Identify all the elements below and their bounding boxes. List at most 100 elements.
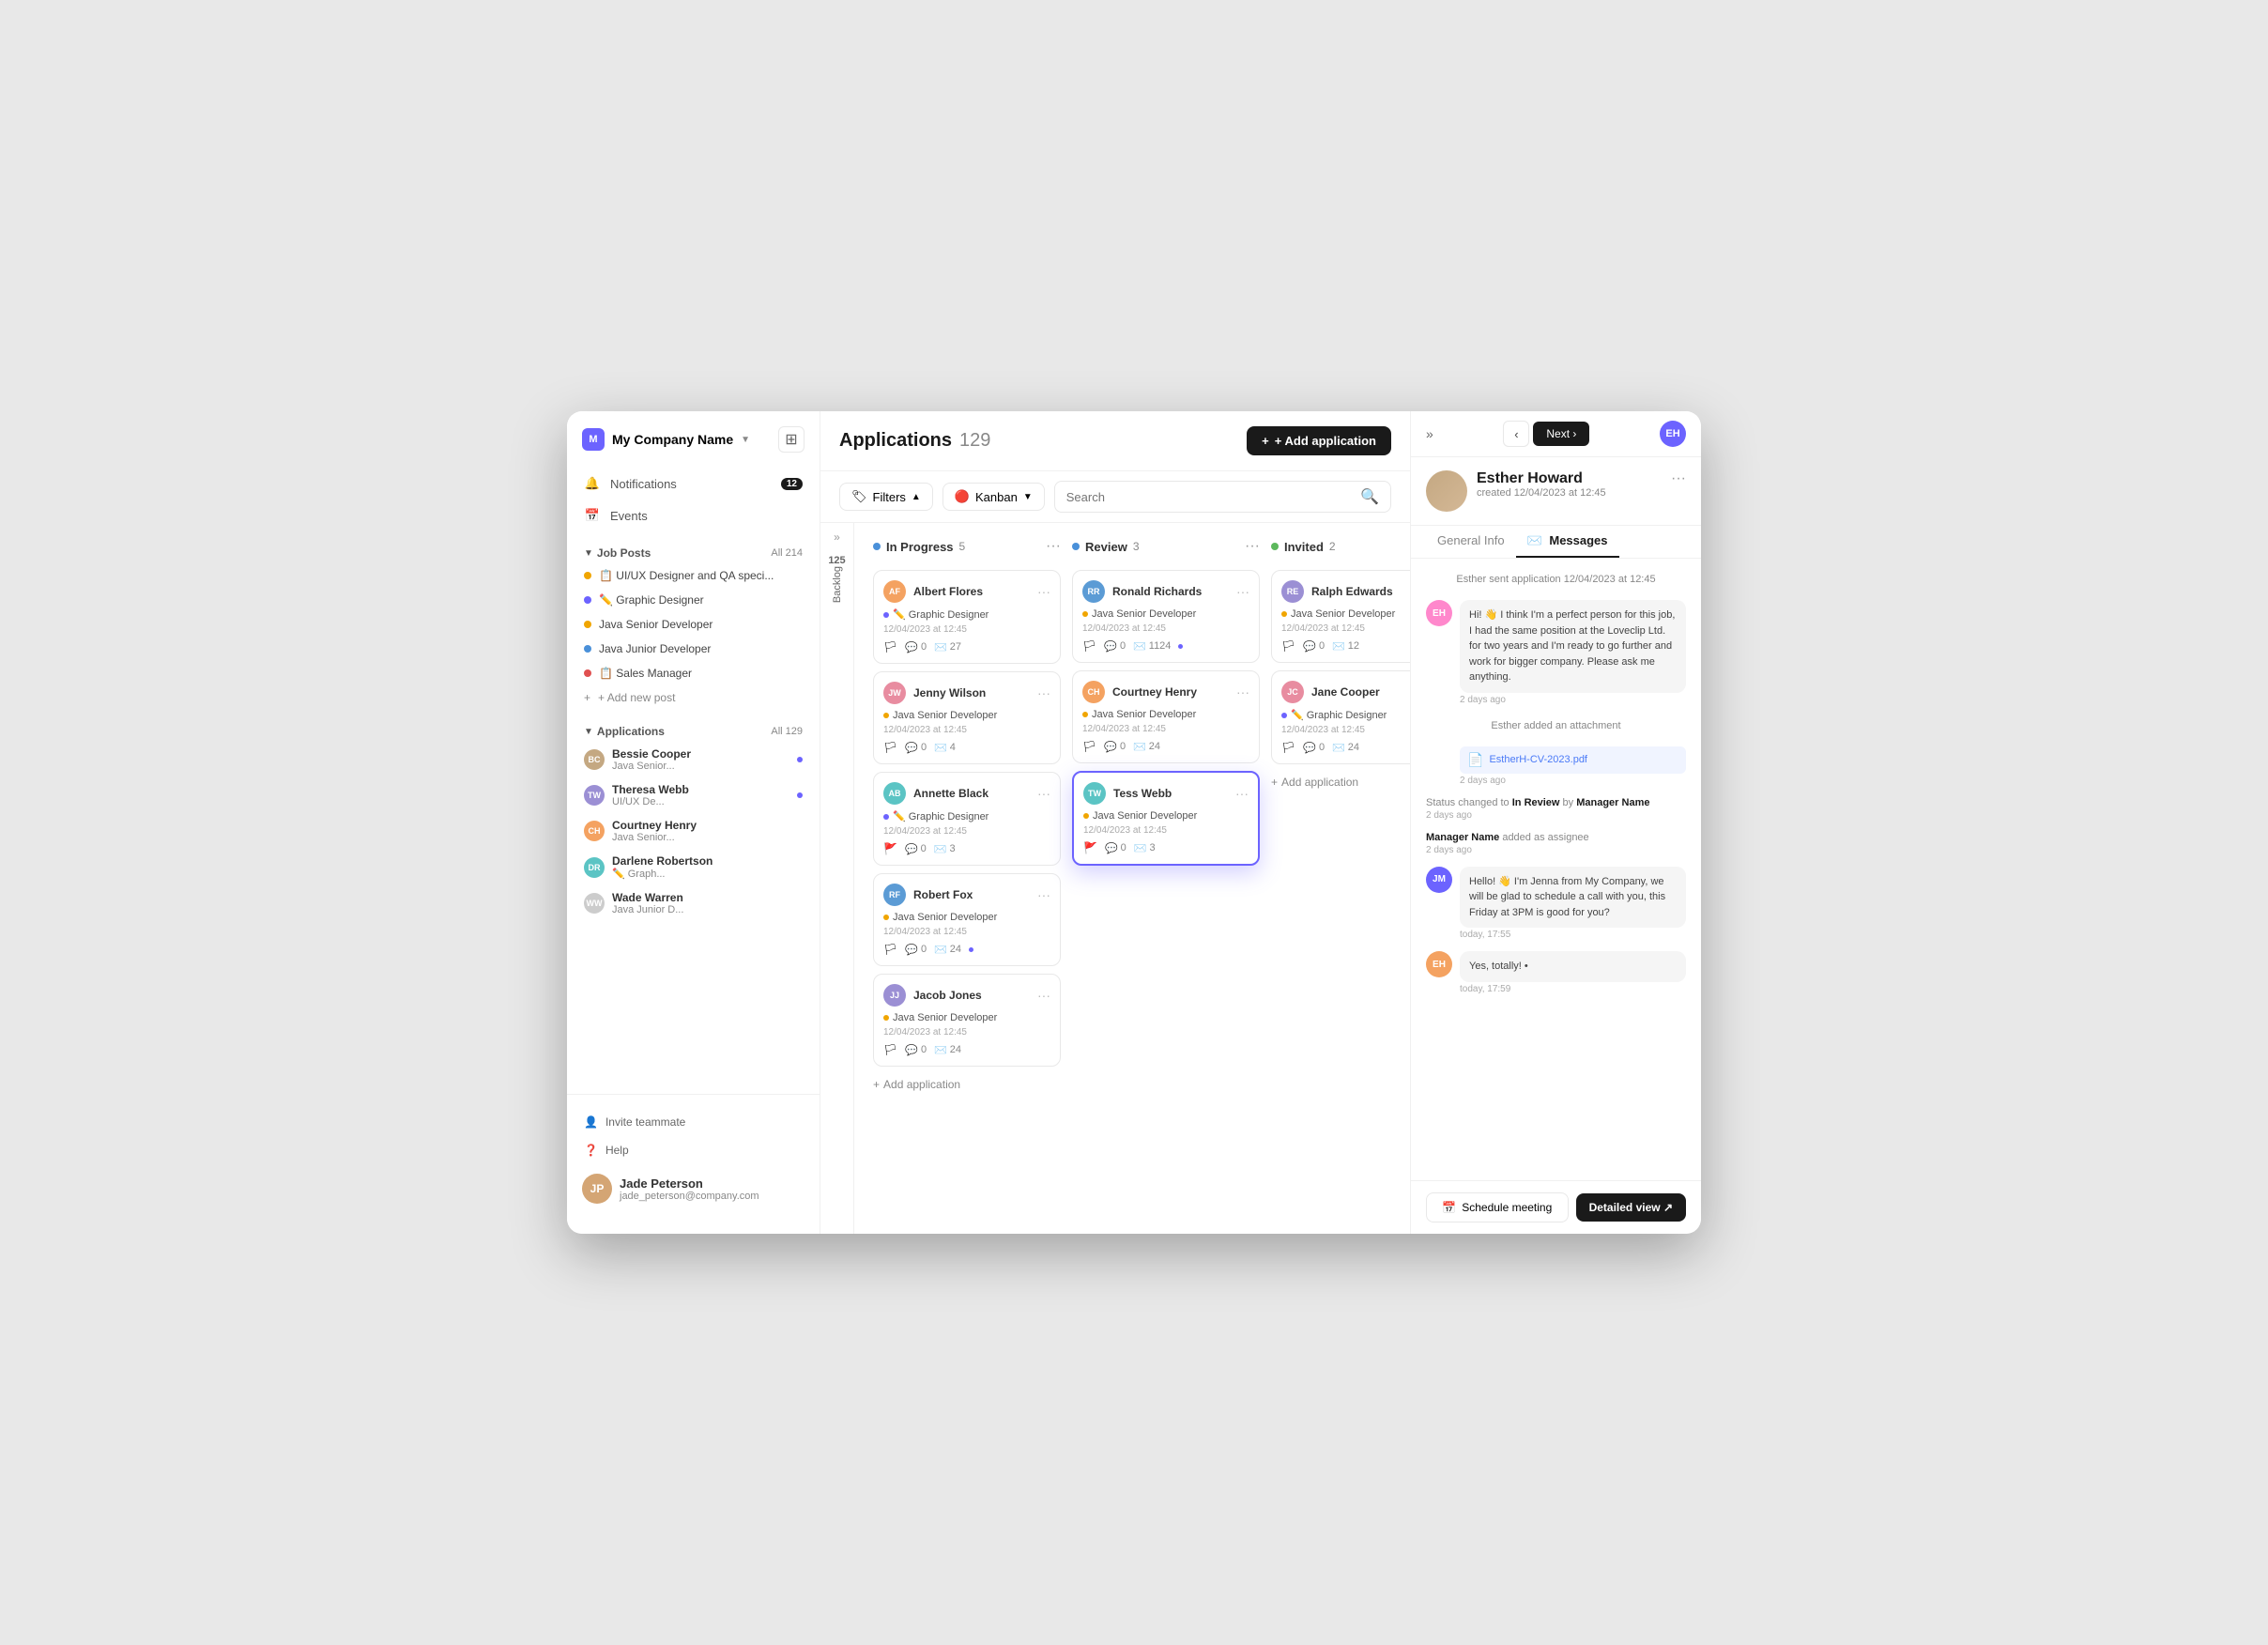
next-button[interactable]: Next › (1533, 422, 1589, 446)
prev-button[interactable]: ‹ (1503, 421, 1529, 447)
invite-label: Invite teammate (605, 1115, 685, 1129)
app-item-courtney[interactable]: CH Courtney Henry Java Senior... (575, 813, 812, 849)
board-columns: In Progress 5 ··· AF Albert Flores ··· (854, 523, 1410, 1234)
main-content: Applications 129 + + Add application 🏷 F… (820, 411, 1410, 1234)
company-name-label: My Company Name (612, 432, 733, 447)
add-application-invited[interactable]: + Add application (1271, 772, 1410, 792)
panel-collapse-icon[interactable]: » (1426, 426, 1433, 441)
card-comments: ✉️ 27 (934, 641, 961, 653)
user-avatar: JP (582, 1174, 612, 1204)
sidebar-toggle-icon[interactable]: ⊞ (778, 426, 805, 453)
card-courtney-henry[interactable]: CH Courtney Henry ··· Java Senior Develo… (1072, 670, 1260, 763)
search-box[interactable]: 🔍 (1054, 481, 1391, 513)
role-dot (1083, 813, 1089, 819)
job-posts-count: All 214 (771, 547, 803, 559)
sidebar-item-notifications[interactable]: 🔔 Notifications 12 (575, 468, 812, 500)
add-application-button[interactable]: + + Add application (1247, 426, 1391, 455)
job-item-graphic[interactable]: ✏️ Graphic Designer (575, 588, 812, 612)
assignee-time: 2 days ago (1426, 845, 1686, 855)
application-count: 129 (959, 430, 990, 452)
filters-button[interactable]: 🏷 Filters ▲ (839, 483, 933, 511)
card-avatar: TW (1083, 782, 1106, 805)
app-item-bessie[interactable]: BC Bessie Cooper Java Senior... (575, 742, 812, 777)
card-robert-fox[interactable]: RF Robert Fox ··· Java Senior Developer … (873, 873, 1061, 966)
job-item-uiux[interactable]: 📋 UI/UX Designer and QA speci... (575, 563, 812, 588)
app-item-name: Wade Warren (612, 891, 803, 904)
app-item-name: Theresa Webb (612, 783, 789, 796)
card-jenny-wilson[interactable]: JW Jenny Wilson ··· Java Senior Develope… (873, 671, 1061, 764)
card-likes: 💬 0 (905, 641, 927, 653)
kanban-board: » 125 Backlog In Progress 5 ··· (820, 523, 1410, 1234)
role-dot (883, 814, 889, 820)
notifications-badge: 12 (781, 478, 803, 490)
card-more-icon[interactable]: ··· (1037, 685, 1050, 700)
invite-icon: 👤 (584, 1115, 598, 1129)
attachment-link[interactable]: 📄 EstherH-CV-2023.pdf (1460, 746, 1686, 774)
column-title: In Progress (886, 540, 954, 554)
search-input[interactable] (1066, 490, 1353, 504)
card-jane-cooper[interactable]: JC Jane Cooper ··· ✏️ Graphic Designer 1… (1271, 670, 1410, 764)
message-text: Hi! 👋 I think I'm a perfect person for t… (1460, 600, 1686, 693)
card-more-icon[interactable]: ··· (1037, 786, 1050, 801)
job-posts-list: 📋 UI/UX Designer and QA speci... ✏️ Grap… (567, 563, 820, 685)
card-ronald-richards[interactable]: RR Ronald Richards ··· Java Senior Devel… (1072, 570, 1260, 663)
detailed-view-button[interactable]: Detailed view ↗ (1576, 1193, 1686, 1222)
card-avatar: RR (1082, 580, 1105, 603)
add-new-post-button[interactable]: + + Add new post (567, 685, 820, 710)
column-menu-icon[interactable]: ··· (1245, 538, 1260, 555)
card-avatar: RF (883, 884, 906, 906)
card-likes: 💬 0 (905, 742, 927, 754)
pdf-icon: 📄 (1467, 752, 1483, 768)
help-button[interactable]: ❓ Help (582, 1138, 805, 1162)
card-more-icon[interactable]: ··· (1037, 988, 1050, 1003)
chevron-up-icon: ▲ (912, 492, 921, 502)
column-title: Invited (1284, 540, 1324, 554)
tab-messages[interactable]: ✉️ Messages (1516, 526, 1619, 558)
invite-teammate-button[interactable]: 👤 Invite teammate (582, 1110, 805, 1134)
panel-tabs: General Info ✉️ Messages (1411, 526, 1701, 559)
column-header-review: Review 3 ··· (1072, 534, 1260, 559)
card-more-icon[interactable]: ··· (1037, 887, 1050, 902)
user-profile[interactable]: JP Jade Peterson jade_peterson@company.c… (582, 1174, 805, 1204)
card-annette-black[interactable]: AB Annette Black ··· ✏️ Graphic Designer… (873, 772, 1061, 866)
tab-general-info[interactable]: General Info (1426, 526, 1516, 558)
card-more-icon[interactable]: ··· (1236, 584, 1249, 599)
calendar-icon: 📅 (1442, 1201, 1456, 1214)
job-item-sales[interactable]: 📋 Sales Manager (575, 661, 812, 685)
card-tess-webb[interactable]: TW Tess Webb ··· Java Senior Developer 1… (1072, 771, 1260, 866)
card-more-icon[interactable]: ··· (1235, 786, 1249, 801)
toolbar: 🏷 Filters ▲ 🔴 Kanban ▼ 🔍 (820, 471, 1410, 523)
kanban-view-button[interactable]: 🔴 Kanban ▼ (942, 483, 1045, 511)
job-item-java-senior[interactable]: Java Senior Developer (575, 612, 812, 637)
card-more-icon[interactable]: ··· (1037, 584, 1050, 599)
card-date: 12/04/2023 at 12:45 (1082, 623, 1249, 634)
schedule-meeting-button[interactable]: 📅 Schedule meeting (1426, 1192, 1569, 1222)
column-count: 3 (1133, 540, 1140, 553)
card-more-icon[interactable]: ··· (1236, 684, 1249, 700)
card-albert-flores[interactable]: AF Albert Flores ··· ✏️ Graphic Designer… (873, 570, 1061, 664)
add-application-in-progress[interactable]: + Add application (873, 1074, 1061, 1095)
card-likes: 💬 0 (1104, 741, 1126, 753)
role-dot (883, 1015, 889, 1021)
card-name: Ronald Richards (1112, 585, 1229, 598)
card-jacob-jones[interactable]: JJ Jacob Jones ··· Java Senior Developer… (873, 974, 1061, 1067)
sidebar-item-events[interactable]: 📅 Events (575, 500, 812, 531)
app-item-darlene[interactable]: DR Darlene Robertson ✏️ Graph... (575, 849, 812, 885)
expand-icon[interactable]: » (834, 530, 840, 544)
card-name: Jacob Jones (913, 989, 1030, 1002)
sidebar: M My Company Name ▼ ⊞ 🔔 Notifications 12… (567, 411, 820, 1234)
company-selector[interactable]: M My Company Name ▼ (582, 428, 750, 451)
app-item-role: ✏️ Graph... (612, 868, 803, 880)
card-avatar: CH (1082, 681, 1105, 703)
app-item-wade[interactable]: WW Wade Warren Java Junior D... (575, 885, 812, 921)
panel-more-icon[interactable]: ··· (1671, 470, 1686, 487)
job-item-java-junior[interactable]: Java Junior Developer (575, 637, 812, 661)
role-dot (1082, 611, 1088, 617)
app-item-theresa[interactable]: TW Theresa Webb UI/UX De... (575, 777, 812, 813)
card-ralph-edwards[interactable]: RE Ralph Edwards ··· Java Senior Develop… (1271, 570, 1410, 663)
applications-label: Applications (597, 725, 665, 738)
message-time: today, 17:59 (1460, 984, 1686, 994)
kanban-icon: 🔴 (955, 489, 970, 504)
role-text: Java Senior Developer (893, 1012, 997, 1023)
column-menu-icon[interactable]: ··· (1046, 538, 1061, 555)
